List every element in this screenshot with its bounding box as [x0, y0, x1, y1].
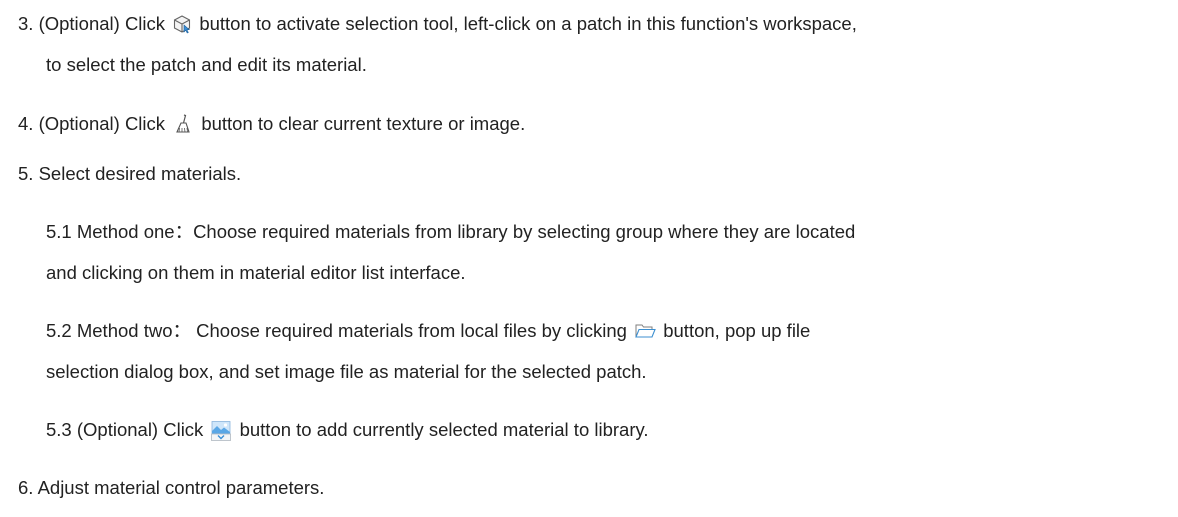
- step-6-line: 6. Adjust material control parameters.: [18, 477, 324, 499]
- step-5-line: 5. Select desired materials.: [18, 163, 241, 185]
- method-2-line-2: selection dialog box, and set image file…: [46, 361, 647, 383]
- step-3-line-2: to select the patch and edit its materia…: [46, 54, 367, 76]
- method-text: 5.1 Method one：Choose required materials…: [46, 221, 856, 242]
- method-text: and clicking on them in material editor …: [46, 262, 466, 283]
- step-4-line: 4. (Optional) Click button to clear curr…: [18, 113, 525, 135]
- step-number: 6.: [18, 477, 34, 498]
- step-text: to select the patch and edit its materia…: [46, 54, 367, 75]
- step-number: 3.: [18, 13, 34, 34]
- step-text: Adjust material control parameters.: [37, 477, 325, 498]
- method-text: button to add currently selected materia…: [239, 419, 649, 440]
- step-number: 5.: [18, 163, 34, 184]
- selection-cube-icon: [172, 14, 192, 34]
- step-number: 4.: [18, 113, 34, 134]
- method-3-line: 5.3 (Optional) Click button to add curre…: [46, 419, 649, 441]
- method-text: 5.2 Method two： Choose required material…: [46, 320, 627, 341]
- step-text: Select desired materials.: [38, 163, 242, 184]
- step-text: button to clear current texture or image…: [201, 113, 526, 134]
- add-to-library-icon: [210, 420, 232, 441]
- method-1-line-2: and clicking on them in material editor …: [46, 262, 466, 284]
- step-text: button to activate selection tool, left-…: [199, 13, 857, 34]
- folder-icon: [634, 321, 656, 341]
- method-1-line-1: 5.1 Method one：Choose required materials…: [46, 221, 855, 243]
- method-text: button, pop up file: [663, 320, 811, 341]
- step-text: (Optional) Click: [38, 113, 166, 134]
- step-text: (Optional) Click: [38, 13, 166, 34]
- method-2-line-1: 5.2 Method two： Choose required material…: [46, 320, 810, 342]
- step-3-line-1: 3. (Optional) Click button to activate s…: [18, 13, 857, 35]
- brush-clear-icon: [172, 114, 194, 134]
- method-text: 5.3 (Optional) Click: [46, 419, 204, 440]
- method-text: selection dialog box, and set image file…: [46, 361, 647, 382]
